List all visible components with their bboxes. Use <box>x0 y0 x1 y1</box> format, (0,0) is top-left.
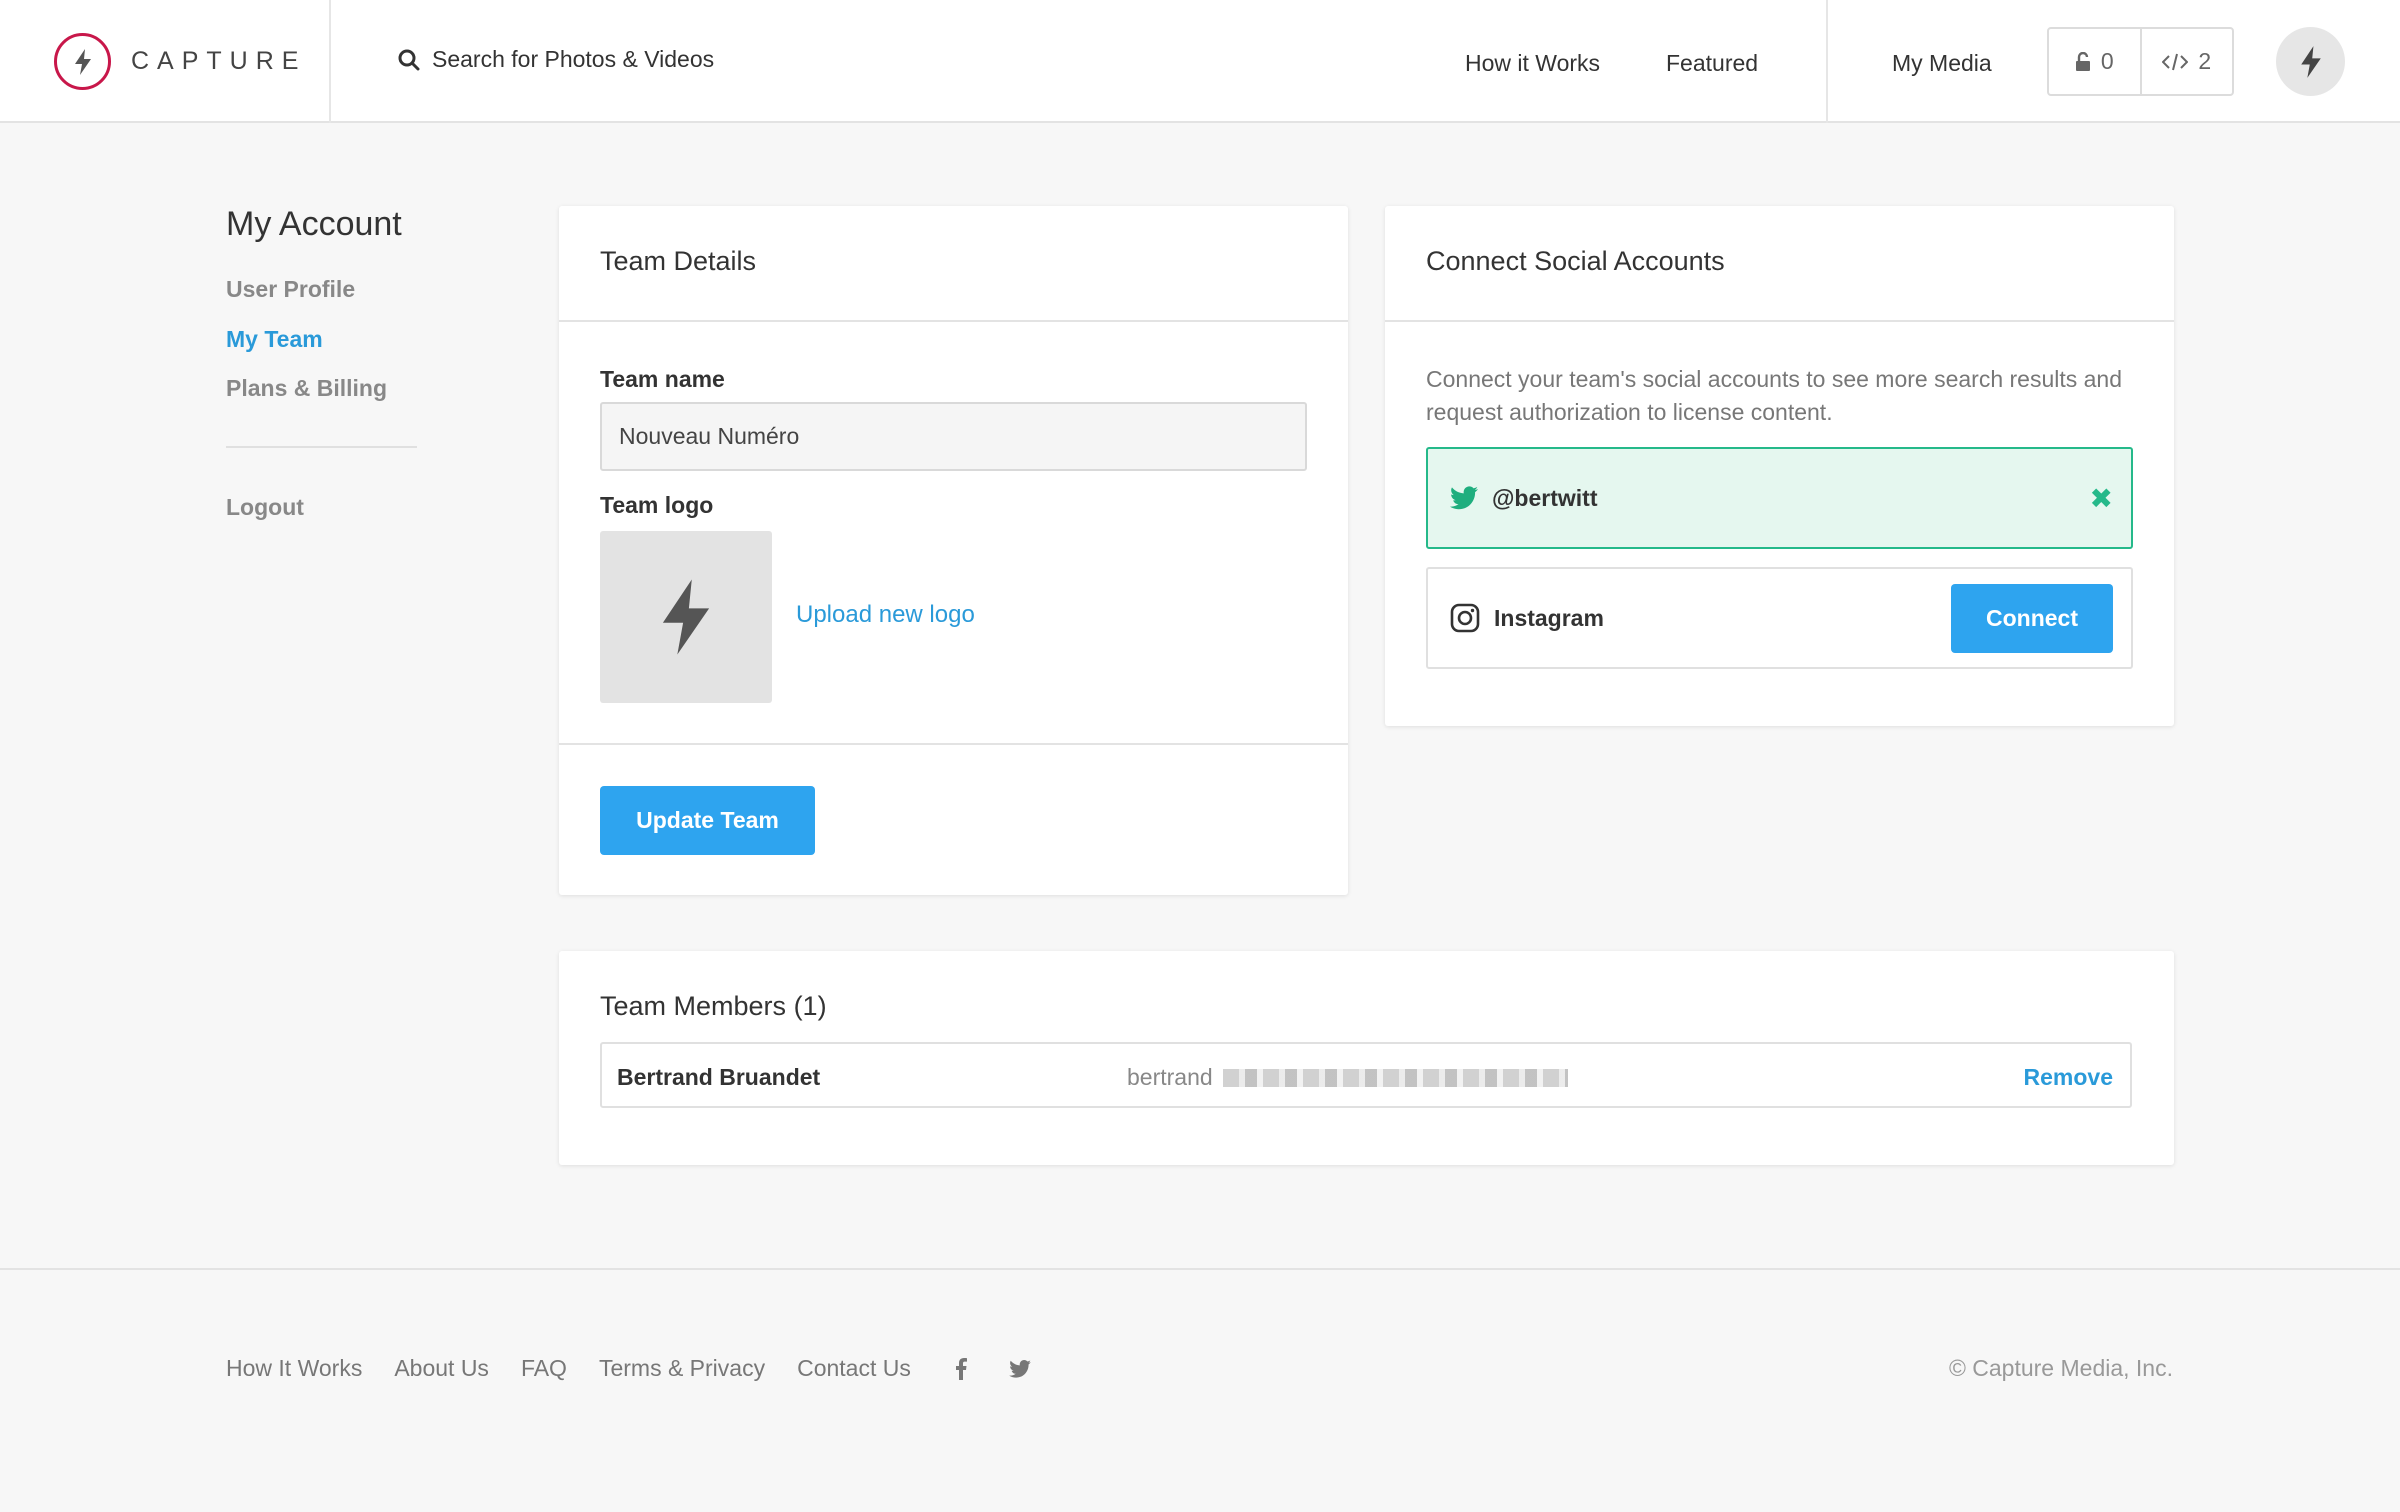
lightning-icon <box>662 579 710 655</box>
instagram-icon <box>1450 603 1480 633</box>
member-name: Bertrand Bruandet <box>617 1064 821 1090</box>
instagram-connect-button[interactable]: Connect <box>1951 583 2113 653</box>
redacted-email <box>1222 1068 1568 1087</box>
nav-featured[interactable]: Featured <box>1666 50 1758 77</box>
upload-logo-link[interactable]: Upload new logo <box>796 601 975 629</box>
team-logo-preview <box>600 531 772 703</box>
team-members-title-text: Team Members <box>600 991 787 1021</box>
twitter-icon[interactable] <box>1009 1359 1031 1378</box>
code-icon <box>2162 53 2189 70</box>
team-details-title: Team Details <box>600 246 757 276</box>
twitter-handle: @bertwitt <box>1492 484 1598 511</box>
lightning-icon <box>2300 45 2321 78</box>
footer-link-about-us[interactable]: About Us <box>394 1355 489 1382</box>
sidebar-item-my-team[interactable]: My Team <box>226 326 323 353</box>
nav-my-media[interactable]: My Media <box>1892 50 1992 77</box>
team-name-label: Team name <box>600 366 725 392</box>
footer-link-how-it-works[interactable]: How It Works <box>226 1355 362 1382</box>
lightning-icon <box>74 48 91 75</box>
instagram-row: Instagram Connect <box>1426 567 2133 669</box>
card-divider <box>559 743 1348 745</box>
sidebar-divider <box>226 446 417 448</box>
sidebar-item-logout[interactable]: Logout <box>226 494 304 521</box>
search-icon <box>398 49 420 70</box>
footer-links: How It Works About Us FAQ Terms & Privac… <box>226 1355 1061 1382</box>
locked-count: 0 <box>2100 48 2114 74</box>
team-logo-label: Team logo <box>600 492 714 518</box>
member-email-text: bertrand <box>1127 1064 1213 1090</box>
twitter-icon <box>1450 486 1478 510</box>
member-email: bertrand <box>1127 1064 1568 1091</box>
header-divider <box>329 0 331 123</box>
embed-count: 2 <box>2198 48 2212 74</box>
sidebar-title: My Account <box>226 205 402 243</box>
lock-icon <box>2075 51 2090 71</box>
sidebar-item-user-profile[interactable]: User Profile <box>226 276 355 303</box>
capture-logo[interactable]: CAPTURE <box>54 33 306 90</box>
header-divider <box>1826 0 1828 123</box>
footer-link-faq[interactable]: FAQ <box>521 1355 567 1382</box>
card-divider <box>559 320 1348 322</box>
table-row: Bertrand Bruandet bertrand Remove <box>600 1042 2132 1108</box>
card-divider <box>1385 320 2174 322</box>
search-trigger[interactable]: Search for Photos & Videos <box>398 46 714 73</box>
instagram-label: Instagram <box>1494 604 1604 631</box>
logo-text: CAPTURE <box>131 47 307 75</box>
copyright: © Capture Media, Inc. <box>1948 1355 2173 1381</box>
remove-member-link[interactable]: Remove <box>2024 1064 2113 1091</box>
facebook-icon[interactable] <box>955 1357 967 1380</box>
team-members-title: Team Members (1) <box>600 991 827 1022</box>
social-accounts-card: Connect Social Accounts Connect your tea… <box>1385 206 2174 726</box>
media-counters: 0 2 <box>2047 27 2234 96</box>
team-name-field[interactable] <box>600 402 1307 471</box>
footer-link-contact-us[interactable]: Contact Us <box>797 1355 911 1382</box>
sidebar-item-plans-billing[interactable]: Plans & Billing <box>226 375 387 402</box>
update-team-button[interactable]: Update Team <box>600 786 815 855</box>
social-description: Connect your team's social accounts to s… <box>1426 366 2123 425</box>
locked-counter[interactable]: 0 <box>2049 29 2140 94</box>
embed-counter[interactable]: 2 <box>2139 29 2233 94</box>
nav-how-it-works[interactable]: How it Works <box>1465 50 1600 77</box>
twitter-connected-row: @bertwitt ✖ <box>1426 447 2133 549</box>
social-accounts-title: Connect Social Accounts <box>1426 246 1725 276</box>
footer-divider <box>0 1268 2400 1270</box>
team-members-card: Team Members (1) Bertrand Bruandet bertr… <box>559 951 2174 1165</box>
top-header: CAPTURE Search for Photos & Videos How i… <box>0 0 2400 123</box>
close-icon[interactable]: ✖ <box>2090 482 2113 515</box>
team-members-count: (1) <box>793 991 827 1021</box>
team-details-card: Team Details Team name Team logo Upload … <box>559 206 1348 895</box>
logo-ring <box>54 33 111 90</box>
search-label: Search for Photos & Videos <box>432 46 715 72</box>
footer-link-terms-privacy[interactable]: Terms & Privacy <box>599 1355 765 1382</box>
avatar[interactable] <box>2276 27 2345 96</box>
